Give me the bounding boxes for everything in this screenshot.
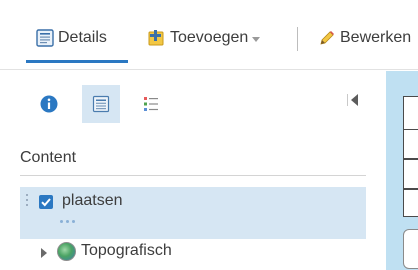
active-tab-indicator	[26, 60, 128, 63]
map-widget[interactable]	[403, 129, 418, 159]
legend-icon	[144, 97, 158, 111]
edit-label: Bewerken	[340, 29, 412, 46]
top-toolbar: Details Toevoegen Bewerken	[0, 0, 418, 70]
add-icon	[148, 29, 166, 47]
info-icon	[40, 95, 58, 113]
drag-handle-icon[interactable]	[26, 194, 30, 210]
content-button[interactable]	[82, 85, 120, 123]
about-button[interactable]	[30, 85, 68, 123]
details-label: Details	[58, 29, 107, 46]
collapse-left-icon	[347, 94, 358, 106]
map-widget[interactable]	[403, 189, 418, 217]
add-label: Toevoegen	[170, 29, 249, 46]
content-heading: Content	[20, 149, 77, 166]
layer-name: plaatsen	[62, 192, 123, 209]
chevron-down-icon	[252, 36, 261, 42]
expand-arrow-icon[interactable]	[41, 248, 47, 258]
divider	[20, 175, 366, 176]
edit-button[interactable]: Bewerken	[318, 26, 411, 50]
add-dropdown[interactable]: Toevoegen	[148, 26, 261, 50]
globe-icon	[57, 242, 76, 261]
pencil-icon	[318, 29, 336, 47]
collapse-panel-button[interactable]	[346, 91, 360, 109]
check-icon	[41, 198, 51, 207]
legend-button[interactable]	[132, 85, 170, 123]
toolbar-divider	[297, 27, 298, 51]
map-widget[interactable]	[403, 159, 418, 189]
layer-item-basemap[interactable]: Topografisch	[20, 241, 366, 269]
map-widget[interactable]	[403, 229, 418, 269]
map-view[interactable]	[386, 71, 418, 270]
layer-item-plaatsen[interactable]: plaatsen	[20, 187, 366, 239]
more-options-icon[interactable]	[60, 220, 75, 224]
details-icon	[36, 29, 54, 47]
details-panel: Content plaatsen Topografisch	[0, 71, 386, 270]
details-tab[interactable]: Details	[36, 26, 107, 50]
layer-visibility-checkbox[interactable]	[39, 195, 53, 209]
basemap-name: Topografisch	[81, 242, 172, 259]
content-list-icon	[92, 95, 110, 113]
